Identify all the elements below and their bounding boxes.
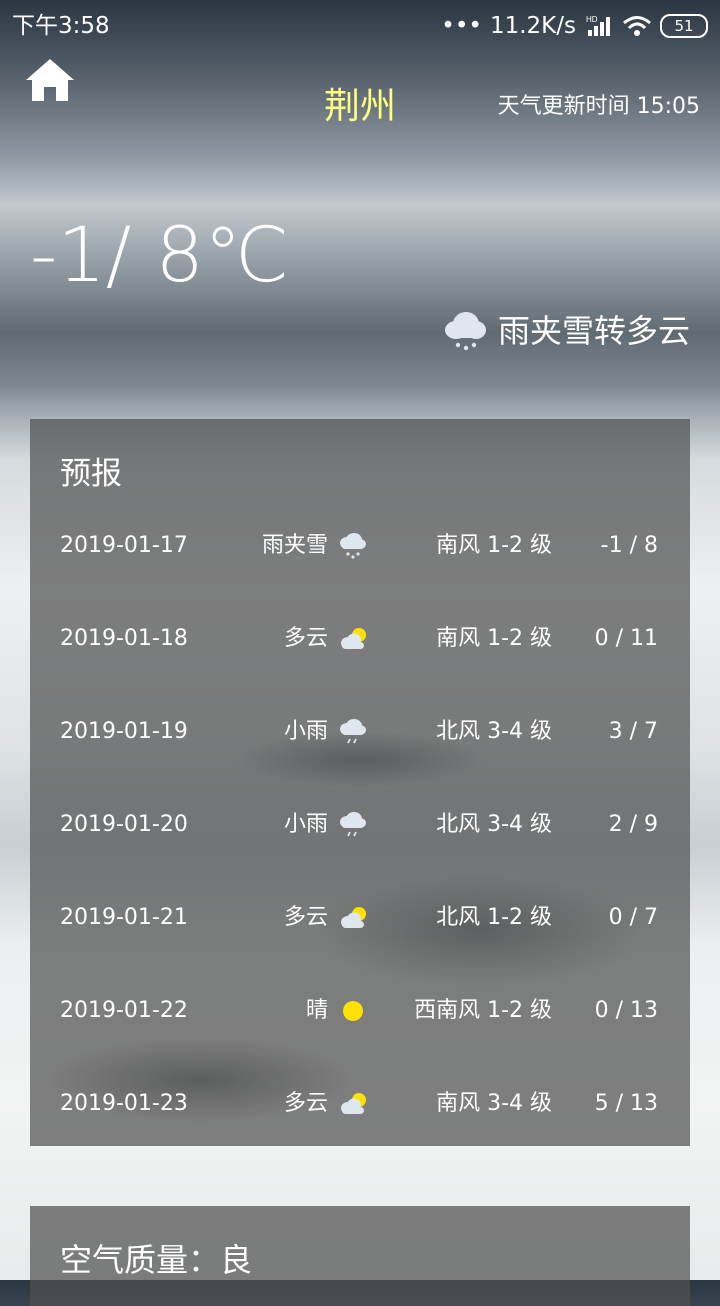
status-dots: •••	[441, 13, 482, 39]
forecast-temp-range: -1 / 8	[600, 533, 658, 558]
forecast-wind: 南风 3-4 级	[436, 1091, 552, 1116]
forecast-desc: 晴	[305, 998, 328, 1023]
status-bar: 下午3:58 ••• 11.2K/s HD 51	[0, 0, 720, 52]
svg-text:HD: HD	[586, 15, 598, 24]
forecast-date: 2019-01-17	[60, 533, 188, 558]
forecast-temp-range: 2 / 9	[608, 812, 658, 837]
forecast-row: 2019-01-17 雨夹雪 南风 1-2 级 -1 / 8	[30, 526, 690, 566]
forecast-temp-range: 0 / 7	[608, 905, 658, 930]
forecast-temp-range: 0 / 13	[594, 998, 658, 1023]
air-quality-card: 空气质量：良	[30, 1206, 690, 1306]
forecast-title: 预报	[60, 456, 122, 492]
forecast-row: 2019-01-23 多云 南风 3-4 级 5 / 13	[30, 1084, 690, 1124]
current-condition: 雨夹雪转多云	[442, 308, 690, 354]
network-speed: 11.2K/s	[489, 13, 576, 39]
update-time: 天气更新时间 15:05	[497, 94, 700, 119]
light-rain-icon	[340, 719, 366, 744]
forecast-row: 2019-01-20 小雨 北风 3-4 级 2 / 9	[30, 805, 690, 845]
partly-cloudy-icon	[341, 628, 366, 649]
forecast-wind: 北风 3-4 级	[436, 812, 552, 837]
light-rain-icon	[340, 812, 366, 837]
forecast-date: 2019-01-20	[60, 812, 188, 837]
forecast-date: 2019-01-19	[60, 719, 188, 744]
signal-icon: HD	[586, 15, 610, 36]
forecast-wind: 西南风 1-2 级	[414, 998, 552, 1023]
forecast-desc: 小雨	[283, 812, 328, 837]
partly-cloudy-icon	[341, 907, 366, 928]
forecast-desc: 多云	[283, 905, 328, 930]
current-temperature: -1/ 8℃	[30, 210, 290, 299]
forecast-temp-range: 5 / 13	[594, 1091, 658, 1116]
forecast-card: 预报 2019-01-17 雨夹雪 南风 1-2 级 -1 / 8 2019-01-18…	[30, 419, 690, 1146]
current-condition-text: 雨夹雪转多云	[497, 312, 690, 350]
forecast-date: 2019-01-22	[60, 998, 188, 1023]
forecast-desc: 小雨	[283, 719, 328, 744]
forecast-wind: 南风 1-2 级	[436, 626, 552, 651]
forecast-wind: 北风 1-2 级	[436, 905, 552, 930]
forecast-temp-range: 0 / 11	[594, 626, 658, 651]
forecast-temp-range: 3 / 7	[608, 719, 658, 744]
battery-icon: 51	[660, 14, 708, 38]
status-time: 下午3:58	[12, 13, 110, 39]
forecast-wind: 南风 1-2 级	[436, 533, 552, 558]
forecast-row: 2019-01-18 多云 南风 1-2 级 0 / 11	[30, 619, 690, 659]
forecast-desc: 多云	[283, 626, 328, 651]
air-quality-title: 空气质量：良	[60, 1241, 253, 1279]
wifi-icon	[623, 16, 651, 36]
forecast-desc: 雨夹雪	[261, 533, 328, 558]
forecast-date: 2019-01-23	[60, 1091, 188, 1116]
forecast-row: 2019-01-22 晴 西南风 1-2 级 0 / 13	[30, 991, 690, 1031]
partly-cloudy-icon	[341, 1093, 366, 1114]
sleet-icon	[340, 533, 366, 559]
forecast-row: 2019-01-21 多云 北风 1-2 级 0 / 7	[30, 898, 690, 938]
sunny-icon	[343, 1001, 363, 1021]
forecast-date: 2019-01-18	[60, 626, 188, 651]
sleet-icon	[444, 312, 486, 351]
status-right: ••• 11.2K/s HD 51	[441, 0, 708, 52]
forecast-desc: 多云	[283, 1091, 328, 1116]
forecast-row: 2019-01-19 小雨 北风 3-4 级 3 / 7	[30, 712, 690, 752]
forecast-date: 2019-01-21	[60, 905, 188, 930]
forecast-wind: 北风 3-4 级	[436, 719, 552, 744]
